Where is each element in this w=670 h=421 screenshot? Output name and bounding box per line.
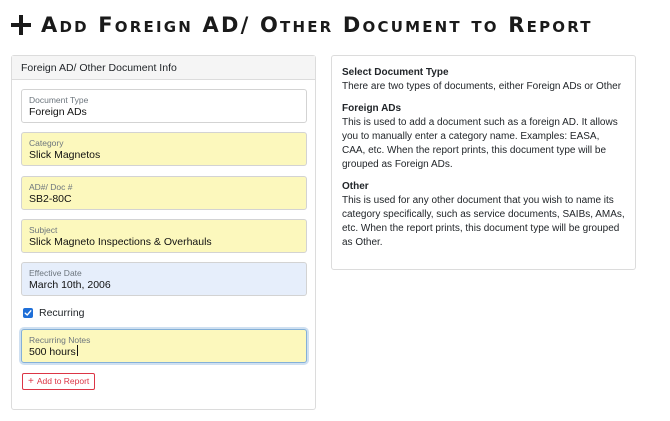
plus-icon — [11, 15, 31, 35]
help-card: Select Document Type There are two types… — [331, 55, 636, 270]
plus-icon: + — [28, 375, 34, 387]
effective-date-input[interactable]: Effective Date March 10th, 2006 — [21, 262, 307, 296]
document-type-value: Foreign ADs — [29, 106, 87, 118]
help-body: This is used to add a document such as a… — [342, 117, 618, 170]
subject-value: Slick Magneto Inspections & Overhauls — [29, 236, 212, 248]
recurring-checkbox[interactable] — [23, 308, 33, 318]
recurring-notes-value-wrap: 500 hours — [29, 345, 299, 359]
document-type-label: Document Type — [29, 95, 89, 105]
page-title: Add Foreign AD/ Other Document to Report — [41, 13, 593, 37]
recurring-notes-label: Recurring Notes — [29, 335, 91, 345]
help-section: Foreign ADs This is used to add a docume… — [342, 102, 625, 172]
recurring-row: Recurring — [23, 307, 85, 319]
help-heading: Select Document Type — [342, 67, 449, 78]
checkmark-icon — [24, 310, 32, 316]
help-section: Select Document Type There are two types… — [342, 66, 625, 94]
category-input[interactable]: Category Slick Magnetos — [21, 132, 307, 166]
recurring-label: Recurring — [39, 307, 85, 319]
card-title: Foreign AD/ Other Document Info — [12, 56, 315, 80]
text-caret — [76, 345, 78, 356]
effective-date-value: March 10th, 2006 — [29, 279, 111, 291]
subject-input[interactable]: Subject Slick Magneto Inspections & Over… — [21, 219, 307, 253]
subject-label: Subject — [29, 225, 58, 235]
effective-date-label: Effective Date — [29, 268, 82, 278]
add-to-report-label: Add to Report — [36, 376, 90, 386]
help-heading: Foreign ADs — [342, 103, 402, 114]
document-type-select[interactable]: Document Type Foreign ADs — [21, 89, 307, 123]
recurring-notes-value: 500 hours — [29, 346, 76, 358]
ad-doc-number-value: SB2-80C — [29, 193, 72, 205]
add-to-report-button[interactable]: + Add to Report — [22, 373, 96, 390]
category-value: Slick Magnetos — [29, 149, 101, 161]
ad-doc-number-label: AD#/ Doc # — [29, 182, 73, 192]
help-body: This is used for any other document that… — [342, 195, 625, 248]
page-header: Add Foreign AD/ Other Document to Report — [11, 10, 593, 40]
help-body: There are two types of documents, either… — [342, 81, 622, 92]
ad-doc-number-input[interactable]: AD#/ Doc # SB2-80C — [21, 176, 307, 210]
document-info-card: Foreign AD/ Other Document Info Document… — [11, 55, 316, 410]
recurring-notes-input[interactable]: Recurring Notes 500 hours — [21, 329, 307, 363]
help-heading: Other — [342, 181, 369, 192]
category-label: Category — [29, 138, 64, 148]
help-section: Other This is used for any other documen… — [342, 180, 625, 250]
